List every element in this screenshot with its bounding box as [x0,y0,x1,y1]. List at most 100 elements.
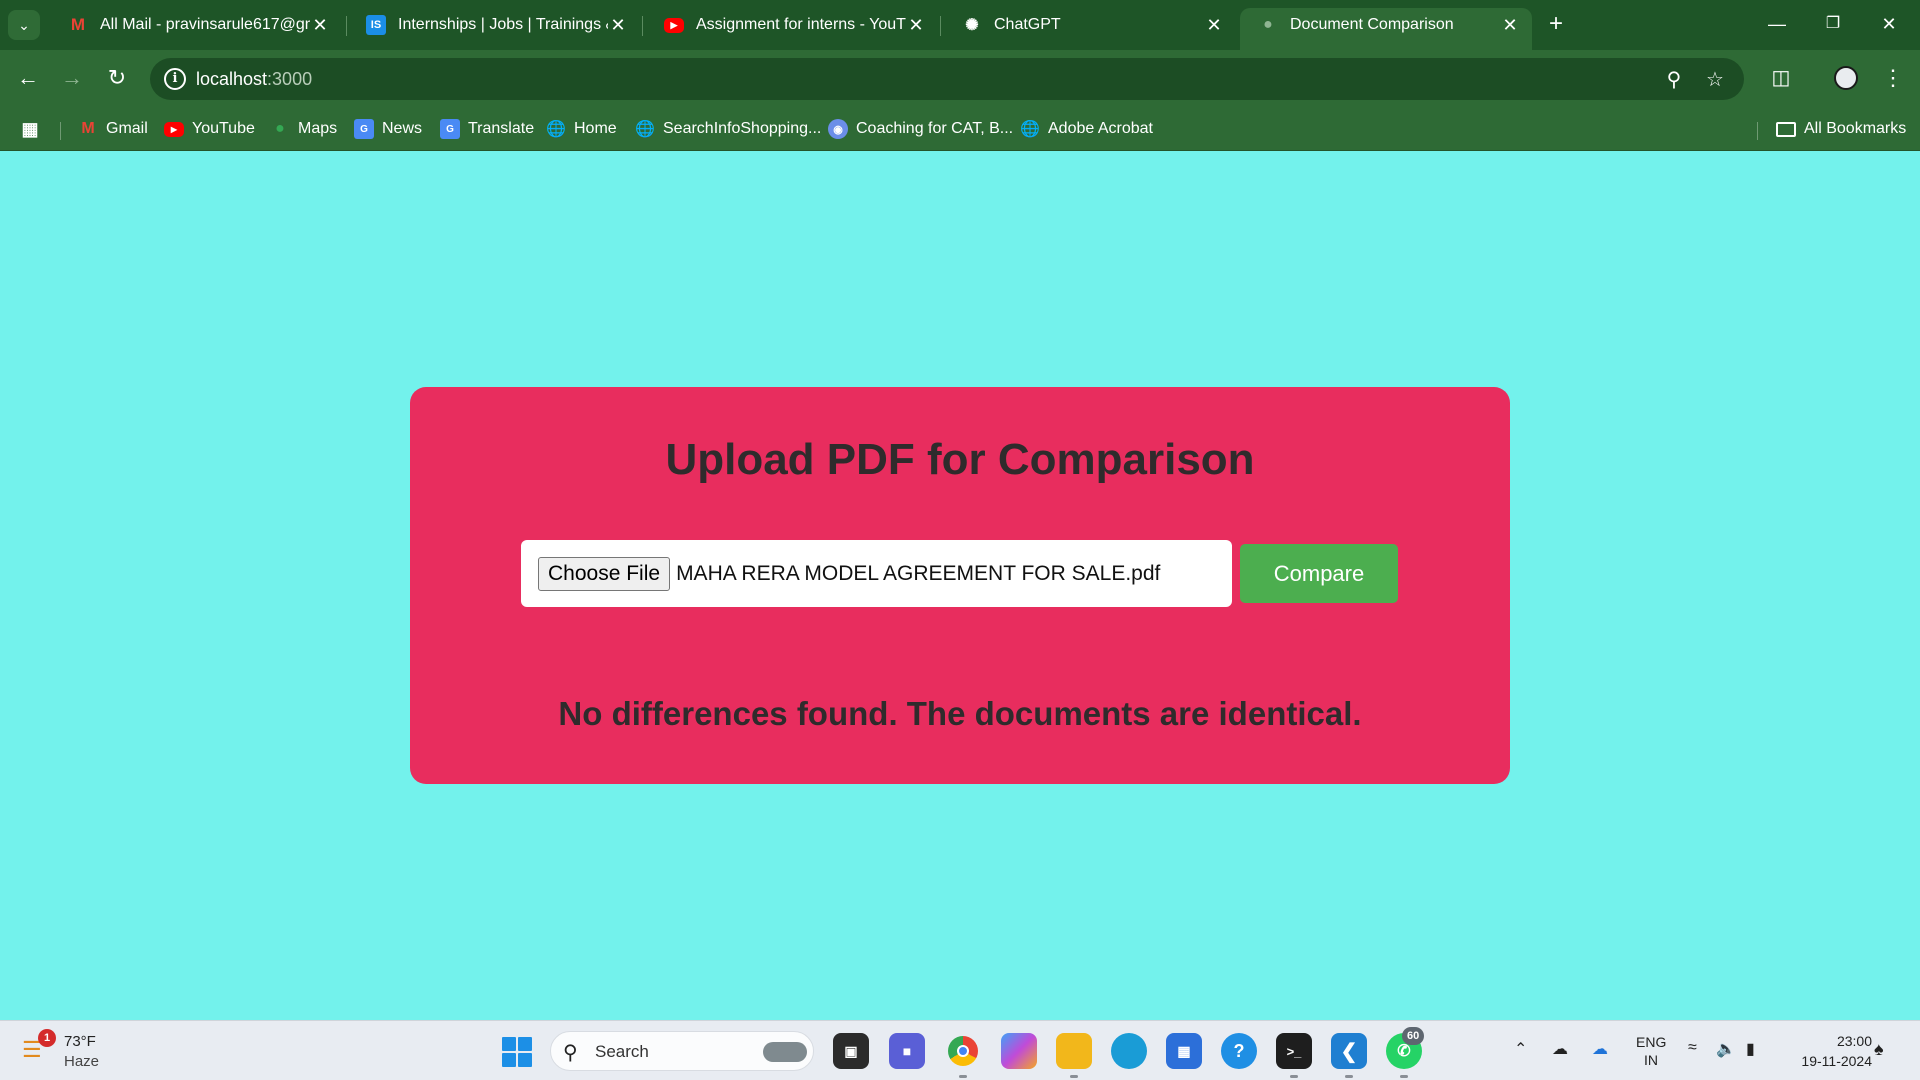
back-button[interactable]: ← [12,62,44,94]
running-indicator [1070,1075,1078,1078]
tab-gmail[interactable]: M All Mail - pravinsarule617@gma ✕ [50,8,342,42]
bookmark-youtube[interactable]: ▶ YouTube [164,116,255,142]
menu-button[interactable]: ⋮ [1877,62,1909,94]
bookmark-maps[interactable]: ● Maps [270,116,337,142]
globe-icon: 🌐 [635,121,655,138]
minimize-button[interactable]: — [1754,8,1800,40]
bookmark-label: Adobe Acrobat [1048,120,1153,137]
address-url[interactable]: localhost:3000 [196,69,312,90]
gmail-icon: M [70,15,86,34]
folder-icon [1776,121,1796,137]
store-icon[interactable]: ▦ [1166,1033,1202,1069]
help-icon[interactable]: ? [1221,1033,1257,1069]
language-indicator[interactable]: ENG IN [1636,1033,1666,1069]
tab-document-comparison[interactable]: ● Document Comparison ✕ [1240,8,1532,50]
bookmark-translate[interactable]: G Translate [440,116,534,142]
close-icon[interactable]: ✕ [1204,15,1224,36]
bookmark-home[interactable]: 🌐 Home [546,116,617,142]
onedrive-icon[interactable]: ☁ [1592,1039,1608,1059]
wifi-icon[interactable]: ≈ [1688,1039,1697,1057]
tab-divider [642,16,643,36]
windows-logo-pane [502,1037,516,1051]
globe-icon: 🌐 [546,121,566,138]
close-icon[interactable]: ✕ [906,15,926,36]
bookmark-divider [60,122,61,140]
meet-icon[interactable]: ■ [889,1033,925,1069]
forward-button[interactable]: → [56,62,88,94]
address-bar[interactable]: i localhost:3000 ⚲ ☆ [150,58,1744,100]
terminal-icon[interactable]: >_ [1276,1033,1312,1069]
file-explorer-icon[interactable] [1056,1033,1092,1069]
bookmark-coaching[interactable]: ◉ Coaching for CAT, B... [828,116,1013,142]
cloud-icon[interactable]: ☁ [1552,1039,1568,1059]
bookmark-searchinfoshopping[interactable]: 🌐 SearchInfoShopping... [635,116,821,142]
bookmark-gmail[interactable]: M Gmail [78,116,147,142]
chatgpt-icon: ✺ [965,17,979,34]
star-icon[interactable]: ☆ [1703,68,1727,92]
bookmark-adobe-acrobat[interactable]: 🌐 Adobe Acrobat [1020,116,1153,142]
compare-button[interactable]: Compare [1240,544,1398,603]
apps-button[interactable]: ▦ [20,116,48,142]
bookmark-label: YouTube [192,120,255,137]
windows-logo-pane [518,1037,532,1051]
windows-logo-pane [502,1053,516,1067]
file-input[interactable]: Choose File MAHA RERA MODEL AGREEMENT FO… [521,540,1232,607]
choose-file-button[interactable]: Choose File [538,556,671,591]
page-title: Upload PDF for Comparison [665,435,1255,484]
minimize-icon: — [1768,14,1786,34]
extensions-button[interactable]: ◫ [1765,62,1797,94]
browser-toolbar: ← → ↻ i localhost:3000 ⚲ ☆ ◫ ⋮ [0,50,1920,108]
zoom-icon[interactable]: ⚲ [1662,68,1686,92]
tab-internshala[interactable]: IS Internships | Jobs | Trainings & I ✕ [348,8,640,42]
site-info-icon[interactable]: i [164,68,186,90]
youtube-icon: ▶ [664,17,684,33]
tab-title: Internships | Jobs | Trainings & I [398,16,608,33]
windows-taskbar: ☰ 1 73°F Haze ⚲ Search ▣ ■ ▦ ? >_ ❮ ✆ 60… [0,1020,1920,1080]
puzzle-icon: ◫ [1771,67,1791,89]
coaching-icon: ◉ [828,119,848,139]
tab-chatgpt[interactable]: ✺ ChatGPT ✕ [944,8,1236,42]
new-tab-button[interactable]: + [1540,10,1572,40]
vscode-icon[interactable]: ❮ [1331,1033,1367,1069]
battery-icon[interactable]: ▮ [1746,1039,1755,1059]
chevron-up-icon[interactable]: ⌃ [1514,1039,1527,1059]
search-icon: ⚲ [563,1042,578,1064]
all-bookmarks-button[interactable]: All Bookmarks [1776,116,1906,142]
bookmark-label: Maps [298,120,338,137]
restore-button[interactable]: ❐ [1810,8,1856,40]
bookmarks-bar: ▦ M Gmail ▶ YouTube ● Maps G News G Tran… [0,108,1920,151]
kebab-menu-icon: ⋮ [1882,65,1904,90]
edge-icon[interactable] [1111,1033,1147,1069]
close-window-button[interactable]: ✕ [1866,8,1912,40]
volume-icon[interactable]: 🔈 [1716,1039,1736,1059]
close-icon[interactable]: ✕ [1500,15,1520,36]
weather-condition: Haze [64,1053,100,1070]
profile-button[interactable] [1830,62,1862,94]
bookmark-label: News [382,120,423,137]
running-indicator [1345,1075,1353,1078]
arrow-right-icon: → [61,65,83,90]
notification-badge: 1 [38,1029,56,1047]
tab-youtube[interactable]: ▶ Assignment for interns - YouTub ✕ [646,8,938,42]
url-host: localhost [196,69,268,89]
whatsapp-badge: 60 [1402,1027,1425,1045]
copilot-icon[interactable] [1001,1033,1037,1069]
tab-search-button[interactable]: ⌄ [8,10,40,40]
bookmark-news[interactable]: G News [354,116,422,142]
task-view-icon[interactable]: ▣ [833,1033,869,1069]
notification-bell-icon[interactable]: ♠ [1874,1039,1884,1060]
chrome-icon[interactable] [945,1033,981,1069]
taskbar-search[interactable]: ⚲ Search [550,1031,814,1071]
close-icon[interactable]: ✕ [310,15,330,36]
weather-widget[interactable]: ☰ 1 73°F Haze [22,1029,132,1073]
globe-icon: 🌐 [1020,121,1040,138]
bookmark-label: Home [574,120,617,137]
avatar [1834,66,1858,90]
clock[interactable]: 23:00 19-11-2024 [1782,1031,1872,1071]
arrow-left-icon: ← [17,65,39,90]
all-bookmarks-label: All Bookmarks [1804,120,1907,137]
news-icon: G [354,119,374,139]
close-icon[interactable]: ✕ [608,15,628,36]
start-button[interactable] [502,1037,532,1067]
reload-button[interactable]: ↻ [101,62,133,94]
